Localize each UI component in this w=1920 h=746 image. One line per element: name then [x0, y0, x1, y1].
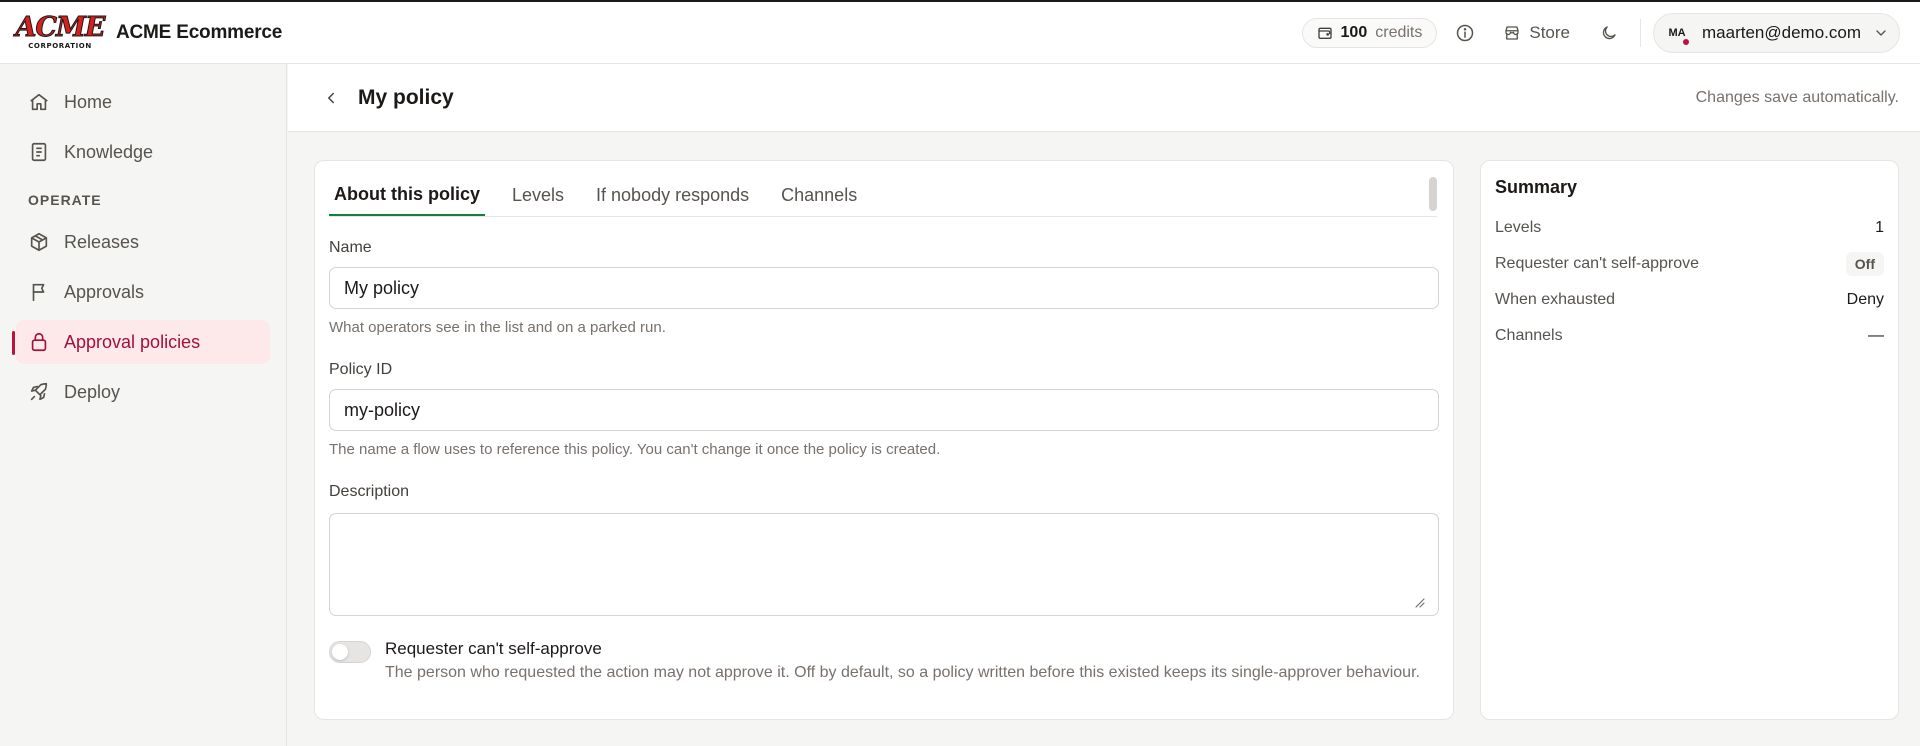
sidebar-item-label: Deploy: [64, 381, 121, 402]
sidebar-item-knowledge[interactable]: Knowledge: [16, 130, 270, 174]
top-bar: ACME CORPORATION ACME Ecommerce 100 cred…: [0, 0, 1920, 64]
moon-icon[interactable]: [1600, 24, 1618, 42]
sidebar-item-label: Approval policies: [64, 331, 201, 352]
summary-value: 1: [1875, 219, 1884, 236]
summary-key: When exhausted: [1495, 291, 1616, 308]
self-approve-description: The person who requested the action may …: [385, 664, 1420, 681]
summary-key: Requester can't self-approve: [1495, 255, 1700, 272]
policy-id-helper: The name a flow uses to reference this p…: [329, 441, 941, 458]
app-title: ACME Ecommerce: [116, 21, 283, 43]
description-textarea[interactable]: [329, 513, 1439, 616]
summary-title: Summary: [1495, 177, 1578, 197]
status-dot: [1683, 39, 1689, 45]
user-menu[interactable]: MA maarten@demo.com: [1653, 13, 1900, 53]
sidebar-item-approvals[interactable]: Approvals: [16, 270, 270, 314]
resize-grip-icon[interactable]: [1413, 595, 1425, 613]
store-button[interactable]: Store: [1503, 23, 1570, 43]
sidebar-item-label: Knowledge: [64, 141, 154, 162]
back-button[interactable]: [322, 89, 340, 107]
credits-label: credits: [1375, 24, 1423, 41]
user-email: maarten@demo.com: [1702, 23, 1861, 42]
sidebar-item-label: Approvals: [64, 281, 145, 302]
toggle-knob: [332, 644, 348, 660]
flag-icon: [28, 281, 50, 303]
logo-word: ACME: [15, 12, 106, 43]
summary-card: Summary Levels 1 Requester can't self-ap…: [1480, 160, 1899, 720]
tab-bar: About this policy Levels If nobody respo…: [329, 175, 1437, 217]
credits-count: 100: [1340, 24, 1368, 41]
sidebar-item-home[interactable]: Home: [16, 80, 270, 124]
policy-id-label: Policy ID: [329, 361, 393, 378]
tab-if-nobody-responds[interactable]: If nobody responds: [591, 174, 754, 216]
page-header: My policy Changes save automatically.: [288, 64, 1920, 132]
sidebar-item-label: Home: [64, 91, 113, 112]
summary-row-when-exhausted: When exhausted Deny: [1495, 282, 1884, 318]
book-icon: [28, 141, 50, 163]
package-icon: [28, 231, 50, 253]
status-badge: Off: [1845, 252, 1884, 276]
autosave-note: Changes save automatically.: [1695, 88, 1899, 106]
sidebar-item-label: Releases: [64, 231, 140, 252]
store-icon: [1503, 24, 1521, 42]
self-approve-toggle[interactable]: [329, 641, 371, 663]
summary-value: Deny: [1846, 291, 1884, 308]
page-title: My policy: [358, 85, 454, 109]
sidebar-item-approval-policies[interactable]: Approval policies: [12, 320, 270, 364]
name-label: Name: [329, 239, 372, 256]
summary-row-levels: Levels 1: [1495, 210, 1884, 246]
name-input[interactable]: [329, 267, 1439, 309]
info-icon[interactable]: [1455, 23, 1475, 43]
avatar: MA: [1664, 20, 1690, 46]
tab-levels[interactable]: Levels: [507, 174, 569, 216]
sidebar-section-label: OPERATE: [28, 192, 102, 208]
summary-row-channels: Channels —: [1495, 318, 1884, 354]
self-approve-title: Requester can't self-approve: [385, 639, 602, 658]
topbar-divider: [1640, 19, 1641, 47]
policy-id-input[interactable]: [329, 389, 1439, 431]
sidebar-item-deploy[interactable]: Deploy: [16, 370, 270, 414]
tab-channels[interactable]: Channels: [776, 174, 862, 216]
summary-key: Channels: [1495, 327, 1563, 344]
description-label: Description: [329, 483, 410, 500]
acme-logo[interactable]: ACME CORPORATION: [15, 14, 106, 52]
rocket-icon: [28, 381, 50, 403]
summary-value: —: [1868, 327, 1884, 344]
policy-form-card: About this policy Levels If nobody respo…: [314, 160, 1454, 720]
tab-about[interactable]: About this policy: [329, 174, 485, 216]
sidebar: Home Knowledge OPERATE Releases Approval…: [0, 64, 287, 746]
name-helper: What operators see in the list and on a …: [329, 319, 666, 336]
home-icon: [28, 91, 50, 113]
wallet-icon: [1317, 25, 1333, 41]
summary-key: Levels: [1495, 219, 1542, 236]
sidebar-item-releases[interactable]: Releases: [16, 220, 270, 264]
lock-icon: [28, 331, 50, 353]
chevron-down-icon: [1873, 25, 1889, 41]
scrollbar-thumb[interactable]: [1429, 177, 1437, 211]
avatar-initials: MA: [1668, 27, 1686, 39]
top-right-actions: 100 credits Store MA maarten@demo.com: [1301, 2, 1920, 64]
logo-subtext: CORPORATION: [28, 42, 92, 50]
chevron-left-icon: [322, 89, 340, 107]
credits-pill[interactable]: 100 credits: [1301, 18, 1438, 48]
summary-row-self-approve: Requester can't self-approve Off: [1495, 246, 1884, 282]
store-label: Store: [1529, 23, 1570, 42]
